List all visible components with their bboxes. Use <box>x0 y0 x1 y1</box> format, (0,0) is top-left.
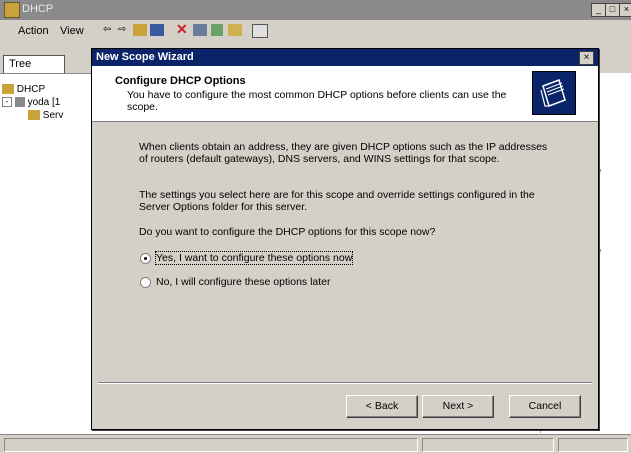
show-tree-icon[interactable] <box>150 24 164 36</box>
option-no-label[interactable]: No, I will configure these options later <box>156 276 331 288</box>
tree-item-server[interactable]: - yoda [1 <box>2 97 60 108</box>
question-text: Do you want to configure the DHCP option… <box>139 226 436 238</box>
wizard-close-button[interactable]: × <box>579 51 594 65</box>
new-scope-wizard-dialog: New Scope Wizard × Configure DHCP Option… <box>91 48 599 430</box>
menu-action[interactable]: Action <box>18 25 49 37</box>
tree-item-dhcp-label: DHCP <box>16 84 46 95</box>
next-button[interactable]: Next > <box>422 395 494 418</box>
wizard-title: New Scope Wizard <box>96 51 194 63</box>
page-subtitle: You have to configure the most common DH… <box>127 89 507 113</box>
dhcp-node-icon <box>2 84 14 95</box>
wizard-header: Configure DHCP Options You have to confi… <box>92 66 598 122</box>
status-cell <box>558 438 628 452</box>
export-list-icon[interactable] <box>252 24 268 38</box>
wizard-folders-icon <box>532 71 576 115</box>
status-bar <box>0 434 631 453</box>
option-yes-label[interactable]: Yes, I want to configure these options n… <box>154 251 354 265</box>
status-cell <box>422 438 554 452</box>
dhcp-window-titlebar: DHCP _ □ × <box>0 0 631 20</box>
tree-item-server-label: yoda [1 <box>27 97 61 108</box>
folder-up-icon[interactable] <box>133 24 147 36</box>
server-icon <box>14 97 25 108</box>
tab-tree-label: Tree <box>9 58 32 70</box>
option-no-radio[interactable] <box>140 277 151 288</box>
scope-settings-paragraph: The settings you select here are for thi… <box>139 189 535 213</box>
tree-item-dhcp[interactable]: DHCP <box>2 84 45 95</box>
tree-item-scope[interactable]: Serv <box>28 110 63 121</box>
dhcp-window-title: DHCP <box>22 3 54 15</box>
folder-icon <box>28 110 40 121</box>
forward-arrow-icon[interactable]: ⇨ <box>118 24 126 35</box>
minimize-icon[interactable]: _ <box>591 3 606 17</box>
option-yes-radio[interactable] <box>140 253 151 264</box>
maximize-icon[interactable]: □ <box>605 3 620 17</box>
page-title: Configure DHCP Options <box>115 75 246 87</box>
intro-paragraph: When clients obtain an address, they are… <box>139 141 548 165</box>
menu-view[interactable]: View <box>60 25 84 37</box>
back-button[interactable]: < Back <box>346 395 418 418</box>
tab-tree[interactable]: Tree <box>3 55 65 73</box>
tree-item-scope-label: Serv <box>42 110 64 121</box>
wizard-titlebar: New Scope Wizard × <box>92 49 598 66</box>
properties-icon[interactable] <box>193 24 207 36</box>
delete-icon[interactable]: ✕ <box>176 21 188 38</box>
refresh-icon[interactable] <box>211 24 223 36</box>
cancel-button[interactable]: Cancel <box>509 395 581 418</box>
back-arrow-icon[interactable]: ⇦ <box>103 24 111 35</box>
collapse-icon[interactable]: - <box>2 97 12 108</box>
menu-bar: Action View ⇦ ⇨ ✕ <box>0 20 631 43</box>
help-icon[interactable] <box>228 24 242 36</box>
status-cell <box>4 438 418 452</box>
button-separator <box>98 382 592 384</box>
dhcp-app-icon <box>4 2 20 18</box>
close-icon[interactable]: × <box>619 3 631 17</box>
